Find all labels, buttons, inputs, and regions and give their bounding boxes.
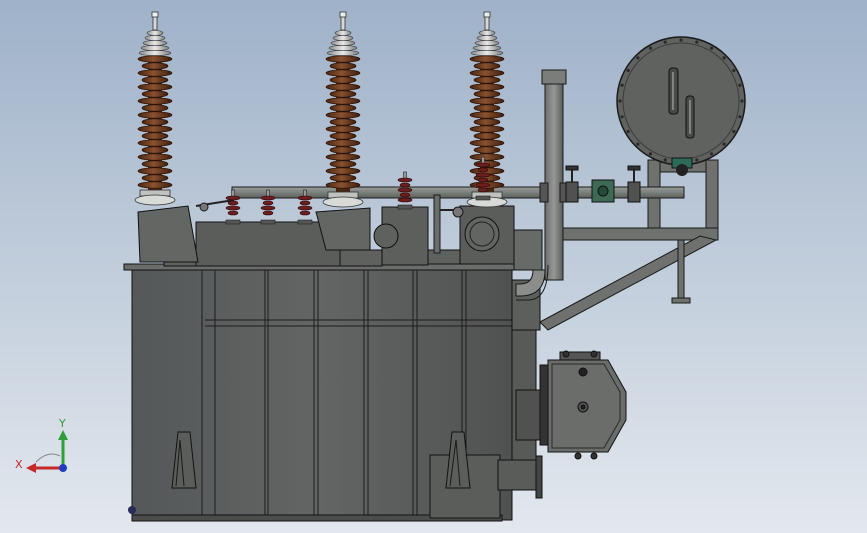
bolt (732, 129, 736, 134)
bolt (648, 46, 653, 50)
bolt (738, 115, 742, 119)
cad-viewport[interactable]: X Y (0, 0, 867, 533)
bolt (636, 142, 640, 146)
bolt (722, 56, 726, 60)
bolt (663, 40, 667, 44)
bolt (636, 56, 640, 60)
bolt (648, 152, 653, 156)
bolt (663, 158, 667, 162)
bolt (722, 142, 726, 146)
y-axis-label: Y (58, 417, 66, 430)
bolt (732, 68, 736, 73)
gas-relay-icon[interactable] (591, 179, 615, 203)
bolt (679, 38, 683, 42)
bolt (626, 129, 630, 134)
main-tank[interactable] (123, 263, 547, 522)
bushing-turret (137, 205, 199, 263)
bolt (695, 40, 699, 44)
bolt (709, 152, 714, 156)
bolt (695, 158, 699, 162)
x-axis-label: X (15, 458, 23, 471)
bolt (740, 99, 744, 103)
bolt (738, 83, 742, 87)
bolt (626, 68, 630, 73)
bolt (620, 115, 624, 119)
bolt (620, 83, 624, 87)
z-axis-dot (59, 464, 67, 472)
bolt (709, 46, 714, 50)
transformer-model-view[interactable]: X Y (0, 0, 867, 533)
bushing-turret (315, 207, 371, 251)
bolt (618, 99, 622, 103)
